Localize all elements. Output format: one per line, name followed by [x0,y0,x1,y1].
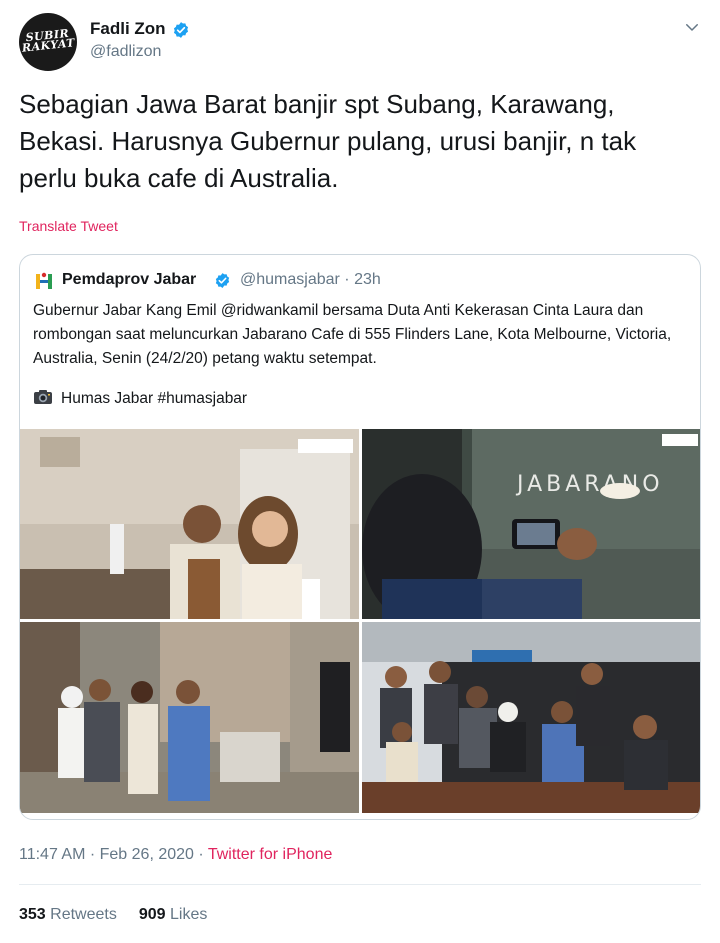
photo-group-standing[interactable] [20,622,359,813]
retweets-stat[interactable]: 353 Retweets [19,906,117,923]
quoted-caption: Humas Jabar #humasjabar [33,389,247,408]
author-name[interactable]: Fadli Zon [90,19,166,39]
camera-icon [34,390,52,404]
tweet-timestamp[interactable]: 11:47 AM · Feb 26, 2020 · [19,846,208,863]
quoted-caption-text: Humas Jabar #humasjabar [61,390,248,407]
author-handle[interactable]: @fadlizon [90,43,161,61]
tweet-text: Sebagian Jawa Barat banjir spt Subang, K… [19,89,637,193]
tweet-meta: 11:47 AM · Feb 26, 2020 · Twitter for iP… [19,846,332,864]
likes-stat[interactable]: 909 Likes [139,906,208,923]
tweet-stats: 353 Retweets 909 Likes [19,906,207,924]
quoted-text: Gubernur Jabar Kang Emil @ridwankamil be… [33,302,672,367]
avatar-logo: SUBIR RAKYAT [19,27,77,55]
photo-grid: JABARANO [20,429,700,813]
likes-label: Likes [170,906,208,923]
likes-count: 909 [138,906,166,923]
photo-group-seated[interactable] [362,622,700,813]
avatar-logo-line2: RAKYAT [21,36,76,55]
divider [19,884,701,885]
quoted-handle-time[interactable]: @humasjabar · 23h [240,271,381,289]
translate-tweet-link[interactable]: Translate Tweet [19,218,118,234]
photo-barista[interactable] [20,429,359,619]
cafe-sign-text: JABARANO [515,472,664,497]
retweets-label: Retweets [50,906,117,923]
quoted-tweet[interactable]: Pemdaprov Jabar @humasjabar · 23h Gubern… [19,254,701,820]
photo-cafe-sign[interactable]: JABARANO [362,429,700,619]
tweet: SUBIR RAKYAT Fadli Zon @fadlizon Sebagia… [0,0,720,943]
pemdaprov-logo-icon [36,272,52,289]
retweets-count: 353 [19,906,46,923]
verified-badge-icon [173,22,189,38]
quoted-author-name[interactable]: Pemdaprov Jabar [62,271,196,289]
tweet-source[interactable]: Twitter for iPhone [208,846,333,863]
chevron-down-icon[interactable] [683,18,701,36]
quoted-verified-badge-icon [215,273,230,288]
author-avatar[interactable]: SUBIR RAKYAT [19,13,77,71]
